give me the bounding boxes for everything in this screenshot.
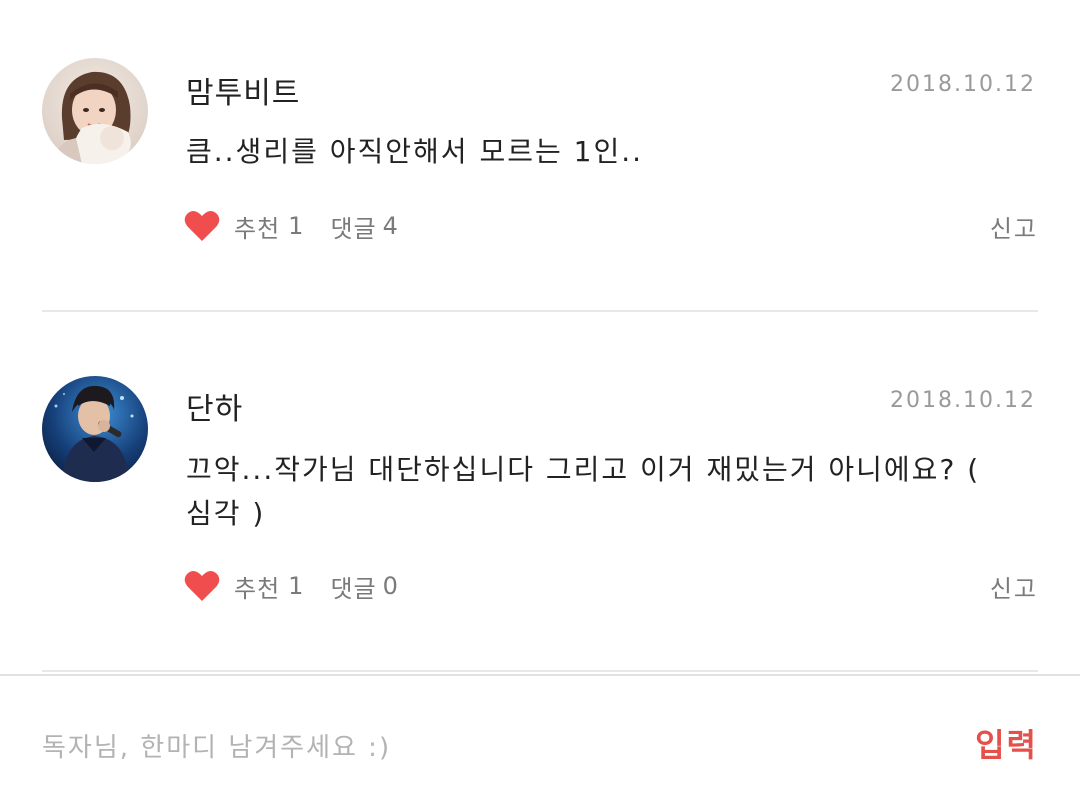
reply-button[interactable]: 댓글 4 [330,209,398,244]
reply-label: 댓글 [330,574,377,603]
reply-count: 0 [382,572,399,600]
reply-count: 4 [382,212,399,240]
comment-item: 단하 2018.10.12 끄악...작가님 대단하십니다 그리고 이거 재밌는… [0,314,1080,670]
comment-text: 끄악...작가님 대단하십니다 그리고 이거 재밌는거 아니에요? ( 심각 ) [186,453,981,530]
avatar-photo [42,376,148,482]
avatar[interactable] [42,58,148,164]
comment-author[interactable]: 단하 [186,384,243,428]
comment-input-bar: 입력 [0,674,1080,810]
comment-text: 큼..생리를 아직안해서 모르는 1인.. [186,135,643,168]
like-count: 1 [288,212,305,240]
divider [42,670,1038,672]
comment-date: 2018.10.12 [890,72,1036,97]
report-button[interactable]: 신고 [990,569,1038,604]
comment-item: 맘투비트 2018.10.12 큼..생리를 아직안해서 모르는 1인.. 추천… [0,0,1080,312]
like-label[interactable]: 추천 [234,209,280,244]
comment-actions: 추천 1 댓글 4 신고 [182,204,1038,248]
report-button[interactable]: 신고 [990,209,1038,244]
comment-date: 2018.10.12 [890,388,1036,413]
comment-input[interactable] [42,726,902,770]
submit-button[interactable]: 입력 [975,720,1038,766]
comment-actions: 추천 1 댓글 0 신고 [182,564,1038,608]
avatar-photo [42,58,148,164]
comment-page: 맘투비트 2018.10.12 큼..생리를 아직안해서 모르는 1인.. 추천… [0,0,1080,810]
reply-button[interactable]: 댓글 0 [330,569,398,604]
divider [42,310,1038,312]
avatar[interactable] [42,376,148,482]
comment-author[interactable]: 맘투비트 [186,68,300,112]
heart-icon[interactable] [182,206,222,246]
like-label[interactable]: 추천 [234,569,280,604]
heart-icon[interactable] [182,566,222,606]
like-count: 1 [288,572,305,600]
reply-label: 댓글 [330,214,377,243]
